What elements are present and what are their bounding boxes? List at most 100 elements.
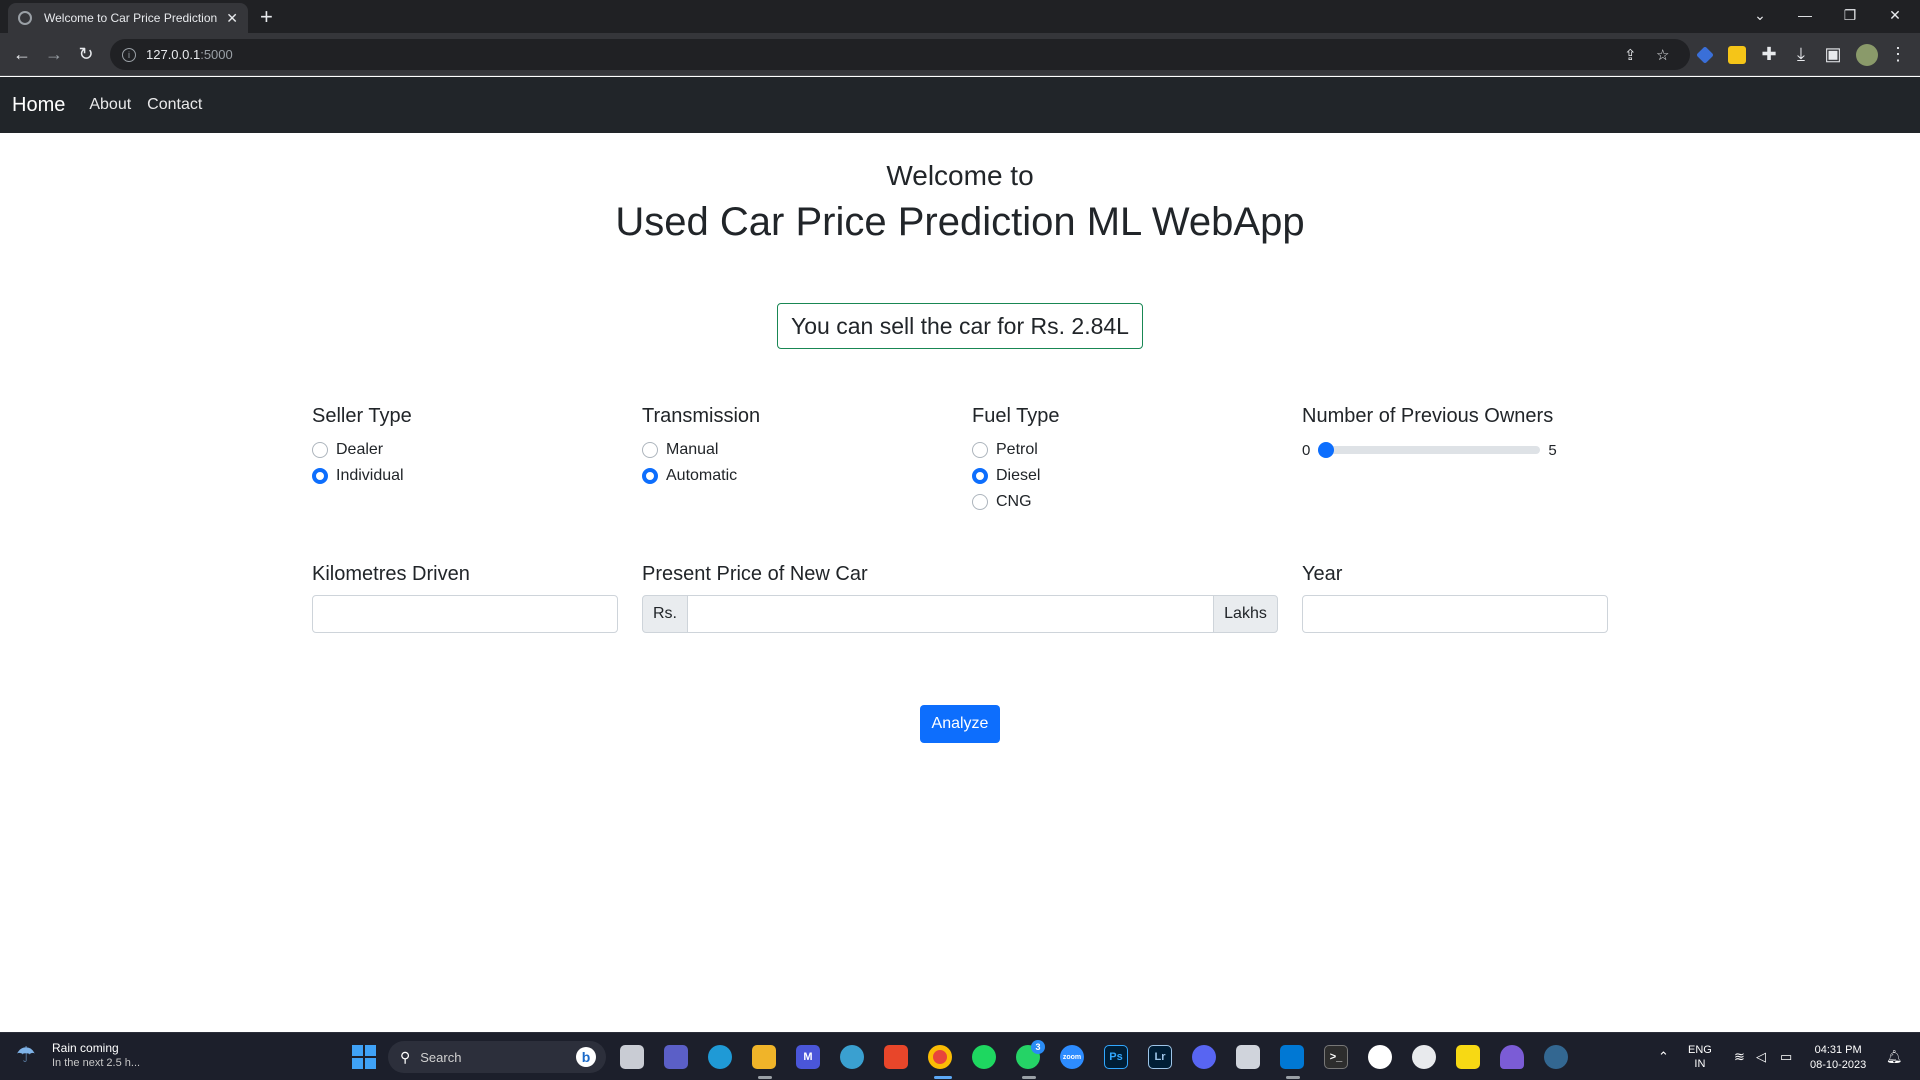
notification-bell-icon[interactable]: 🔔︎ — [1886, 1033, 1903, 1080]
bookmark-star-icon[interactable]: ☆ — [1656, 39, 1669, 70]
discord-icon[interactable] — [1192, 1045, 1216, 1069]
bing-icon[interactable]: b — [576, 1047, 596, 1067]
new-tab-icon[interactable]: + — [260, 3, 273, 31]
windows-taskbar: ☂ Rain coming In the next 2.5 h... ⚲ Sea… — [0, 1032, 1920, 1080]
fuel-cng-radio[interactable]: CNG — [972, 493, 1032, 511]
wifi-icon[interactable]: ≋ — [1734, 1033, 1745, 1080]
vscode-icon[interactable] — [1280, 1045, 1304, 1069]
app-icon[interactable] — [840, 1045, 864, 1069]
radio-label: Dealer — [336, 441, 384, 458]
task-view-icon[interactable] — [620, 1045, 644, 1069]
nav-home-link[interactable]: Home — [12, 94, 65, 117]
radio-label: Petrol — [996, 441, 1038, 458]
seller-individual-radio[interactable]: Individual — [312, 467, 404, 485]
radio-indicator[interactable] — [642, 468, 658, 484]
umbrella-icon: ☂ — [16, 1042, 36, 1067]
welcome-heading: Welcome to — [886, 160, 1034, 191]
running-indicator — [1022, 1076, 1036, 1079]
fuel-type-label: Fuel Type — [972, 405, 1060, 427]
present-price-label: Present Price of New Car — [642, 563, 868, 585]
menu-kebab-icon[interactable]: ⋮ — [1886, 42, 1910, 66]
slider-max-label: 5 — [1548, 441, 1557, 459]
owners-slider[interactable]: 0 5 — [1302, 440, 1558, 460]
site-info-icon[interactable]: i — [122, 47, 136, 62]
transmission-automatic-radio[interactable]: Automatic — [642, 467, 737, 485]
back-icon[interactable]: ← — [10, 42, 34, 66]
radio-indicator[interactable] — [972, 468, 988, 484]
radio-indicator[interactable] — [312, 442, 328, 458]
radio-label: Automatic — [666, 467, 738, 484]
spotify-icon[interactable] — [972, 1045, 996, 1069]
postgres-icon[interactable] — [1544, 1045, 1568, 1069]
globe-icon — [18, 11, 32, 25]
nav-about-link[interactable]: About — [89, 96, 131, 114]
currency-prefix: Rs. — [642, 595, 688, 633]
edge-icon[interactable] — [708, 1045, 732, 1069]
fuel-diesel-radio[interactable]: Diesel — [972, 467, 1040, 485]
url-host: 127.0.0.1 — [146, 47, 201, 62]
tab-search-icon[interactable]: ⌄ — [1740, 0, 1780, 30]
radio-indicator[interactable] — [972, 442, 988, 458]
kms-input[interactable] — [312, 595, 618, 633]
weather-line1: Rain coming — [52, 1041, 119, 1055]
minimize-icon[interactable]: — — [1785, 0, 1825, 30]
extension-icon[interactable] — [1696, 46, 1714, 64]
owners-label: Number of Previous Owners — [1302, 405, 1554, 427]
side-panel-icon[interactable]: ▣ — [1821, 42, 1845, 66]
radio-indicator[interactable] — [312, 468, 328, 484]
app-icon[interactable] — [1500, 1045, 1524, 1069]
volume-icon[interactable]: ◁ — [1756, 1033, 1766, 1080]
radio-indicator[interactable] — [642, 442, 658, 458]
share-icon[interactable]: ⇪ — [1624, 39, 1637, 70]
restore-icon[interactable]: ❐ — [1830, 0, 1870, 30]
forward-icon[interactable]: → — [42, 42, 66, 66]
transmission-manual-radio[interactable]: Manual — [642, 441, 718, 459]
extensions-puzzle-icon[interactable]: ✚ — [1757, 42, 1781, 66]
brave-icon[interactable] — [884, 1045, 908, 1069]
slack-icon[interactable] — [1368, 1045, 1392, 1069]
fuel-petrol-radio[interactable]: Petrol — [972, 441, 1038, 459]
file-explorer-icon[interactable] — [752, 1045, 776, 1069]
system-clock[interactable]: 04:31 PM 08-10-2023 — [1810, 1043, 1866, 1073]
profile-avatar[interactable] — [1856, 44, 1878, 66]
app-icon[interactable]: M — [796, 1045, 820, 1069]
close-tab-icon[interactable]: ✕ — [226, 10, 238, 27]
address-toolbar: ← → ↻ i 127.0.0.1 :5000 ⇪ ☆ ✚ ⤓ ▣ ⋮ — [0, 33, 1920, 76]
teams-chat-icon[interactable] — [664, 1045, 688, 1069]
slider-min-label: 0 — [1302, 441, 1311, 459]
app-icon[interactable] — [1412, 1045, 1436, 1069]
nav-contact-link[interactable]: Contact — [147, 96, 202, 114]
analyze-button[interactable]: Analyze — [920, 705, 1000, 743]
page-title: Used Car Price Prediction ML WebApp — [615, 200, 1305, 244]
photoshop-icon[interactable]: Ps — [1104, 1045, 1128, 1069]
app-icon[interactable] — [1236, 1045, 1260, 1069]
slider-thumb[interactable] — [1318, 442, 1335, 458]
weather-widget[interactable]: ☂ Rain coming In the next 2.5 h... — [16, 1041, 140, 1069]
present-price-input[interactable] — [687, 595, 1214, 633]
taskbar-search[interactable]: ⚲ Search b — [388, 1041, 606, 1073]
browser-tab[interactable]: Welcome to Car Price Prediction ✕ — [8, 3, 248, 33]
close-window-icon[interactable]: ✕ — [1875, 0, 1915, 30]
terminal-icon[interactable]: >_ — [1324, 1045, 1348, 1069]
seller-dealer-radio[interactable]: Dealer — [312, 441, 383, 459]
address-bar[interactable]: i 127.0.0.1 :5000 ⇪ ☆ — [110, 39, 1690, 70]
whatsapp-icon[interactable]: 3 — [1016, 1040, 1045, 1069]
radio-label: Diesel — [996, 467, 1041, 484]
show-hidden-icons-icon[interactable]: ⌃ — [1658, 1033, 1669, 1080]
download-icon[interactable]: ⤓ — [1789, 42, 1813, 66]
search-icon: ⚲ — [400, 1048, 411, 1065]
windows-start-icon[interactable] — [352, 1045, 376, 1069]
sticky-notes-icon[interactable] — [1456, 1045, 1480, 1069]
slider-track[interactable] — [1318, 442, 1541, 458]
running-indicator — [758, 1076, 772, 1079]
year-input[interactable] — [1302, 595, 1608, 633]
reload-icon[interactable]: ↻ — [74, 42, 98, 66]
battery-icon[interactable]: ▭ — [1780, 1033, 1792, 1080]
radio-indicator[interactable] — [972, 494, 988, 510]
zoom-icon[interactable]: zoom — [1060, 1045, 1084, 1069]
kms-label: Kilometres Driven — [312, 563, 470, 585]
extension-icon[interactable] — [1728, 46, 1746, 64]
language-indicator[interactable]: ENG IN — [1688, 1043, 1712, 1071]
lightroom-icon[interactable]: Lr — [1148, 1045, 1172, 1069]
chrome-icon[interactable] — [928, 1045, 952, 1069]
